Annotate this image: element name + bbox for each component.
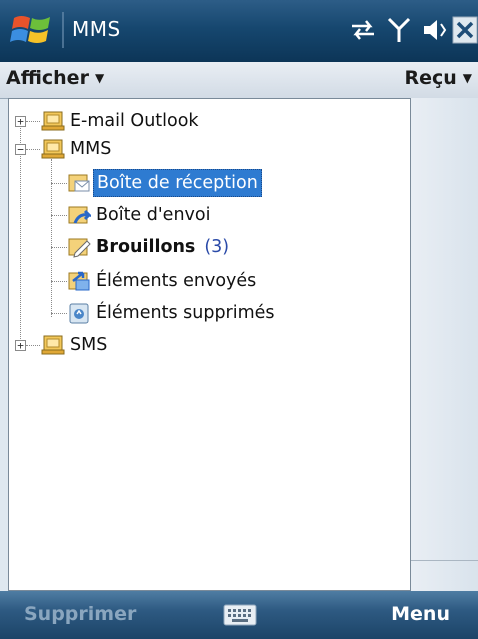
title-separator [62,12,64,48]
tree-item-label: Boîte de réception [93,169,262,197]
softkey-bar: Supprimer Menu [0,591,478,639]
received-filter-menu[interactable]: Reçu ▼ [404,67,472,89]
tree-connector [51,247,67,248]
view-menu-label: Afficher [6,67,89,89]
connectivity-icon[interactable] [346,14,380,46]
tree-item-email-outlook[interactable]: E-mail Outlook [67,107,202,135]
expand-toggle[interactable]: + [15,340,26,351]
collapse-toggle[interactable]: − [15,144,26,155]
account-icon [41,111,65,131]
title-bar: MMS [0,0,478,62]
close-icon[interactable] [452,14,478,46]
keyboard-icon[interactable] [222,601,258,629]
outbox-icon [68,206,91,224]
menu-bar: Afficher ▼ Reçu ▼ [0,62,478,99]
account-icon [41,139,65,159]
tree-item-label: Éléments envoyés [96,271,257,291]
tree-item-label: Brouillons [96,237,196,257]
inbox-icon [68,174,90,192]
delete-softkey[interactable]: Supprimer [24,603,136,625]
expand-toggle[interactable]: + [15,116,26,127]
tree-connector [26,149,40,150]
tree-item-label: SMS [70,335,108,355]
tree-connector [26,345,40,346]
view-menu[interactable]: Afficher ▼ [6,67,104,89]
volume-icon[interactable] [420,14,448,46]
unread-count: (3) [204,237,230,257]
tree-connector [51,183,67,184]
folder-tree[interactable]: + − + E-mail Outlook MMS Boîte de récept… [8,98,411,591]
window-title: MMS [72,17,121,41]
windows-start-icon[interactable] [10,10,54,50]
tree-connector [51,313,67,314]
drafts-icon [68,238,91,258]
tree-item-label: Boîte d'envoi [96,205,211,225]
tree-item-mms[interactable]: MMS [67,135,114,163]
tree-item-label: MMS [70,139,112,159]
tree-connector [26,121,40,122]
account-icon [41,335,65,355]
tree-item-outbox[interactable]: Boîte d'envoi [93,201,213,229]
preview-area [411,98,478,591]
sent-items-icon [68,271,90,291]
received-menu-label: Reçu [404,67,457,89]
tree-item-label: E-mail Outlook [70,111,199,131]
divider [411,560,478,561]
chevron-down-icon: ▼ [94,71,105,85]
tree-item-sms[interactable]: SMS [67,331,110,359]
menu-softkey[interactable]: Menu [391,603,450,625]
tree-item-label: Éléments supprimés [96,303,275,323]
tree-connector [51,215,67,216]
tree-item-inbox[interactable]: Boîte de réception [93,169,262,197]
signal-strength-icon[interactable] [385,14,413,46]
chevron-down-icon: ▼ [462,71,472,85]
tree-item-drafts[interactable]: Brouillons (3) [93,233,229,261]
tree-item-sent[interactable]: Éléments envoyés [93,267,259,295]
trash-icon [69,303,89,324]
tree-connector [51,281,67,282]
tree-item-deleted[interactable]: Éléments supprimés [93,299,278,327]
